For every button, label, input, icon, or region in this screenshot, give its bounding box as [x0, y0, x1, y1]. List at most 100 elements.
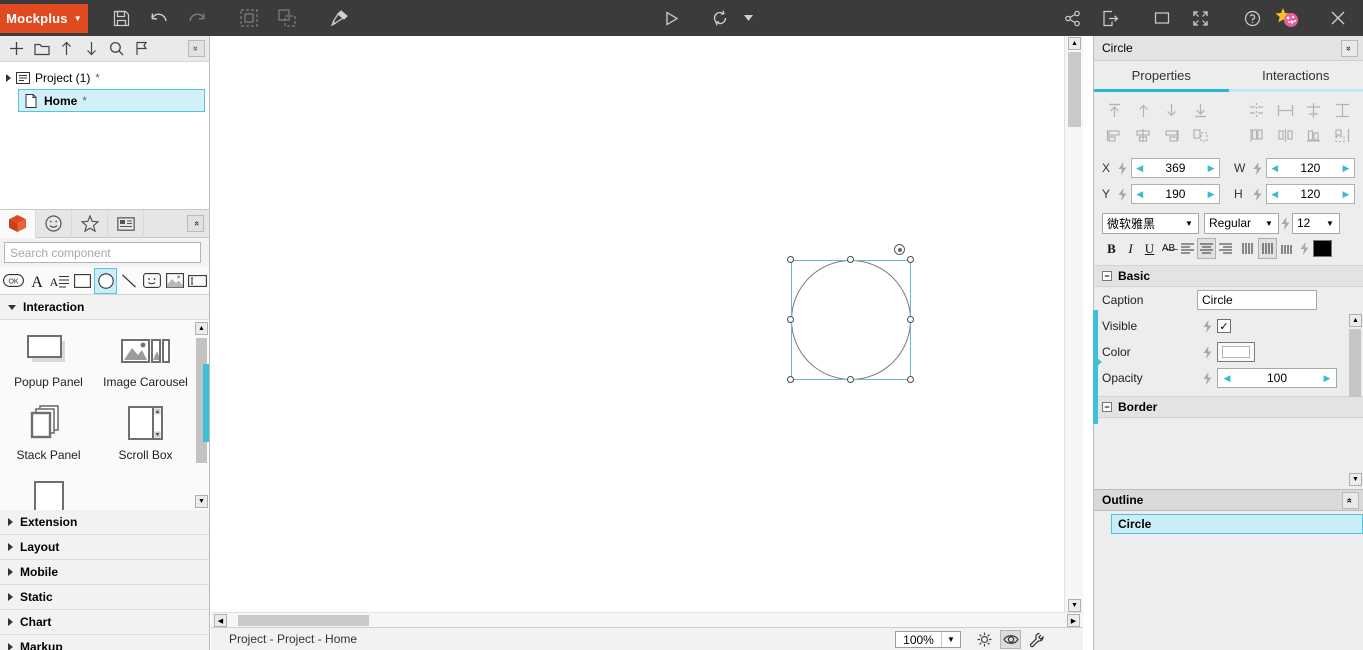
button-tool-icon[interactable]: OK: [2, 268, 25, 294]
h-increment-arrow[interactable]: ▶: [1338, 189, 1354, 200]
bring-forward-icon[interactable]: [1129, 99, 1158, 123]
resize-handle-sw[interactable]: [787, 376, 794, 383]
color-binding-bolt-icon[interactable]: [1197, 345, 1217, 359]
eye-preview-icon[interactable]: [1000, 630, 1021, 649]
category-static[interactable]: Static: [0, 585, 209, 610]
outline-item-circle[interactable]: Circle: [1111, 514, 1363, 534]
fill-color-swatch[interactable]: [1217, 342, 1255, 362]
w-spinner[interactable]: ◀ 120 ▶: [1265, 158, 1355, 178]
input-tool-icon[interactable]: [186, 268, 209, 294]
font-family-caret-icon[interactable]: ▼: [1180, 219, 1198, 228]
resize-handle-nw[interactable]: [787, 256, 794, 263]
y-binding-bolt-icon[interactable]: [1115, 187, 1131, 201]
component-panel-collapse-chevron[interactable]: »: [187, 215, 204, 232]
x-decrement-arrow[interactable]: ◀: [1132, 163, 1148, 174]
w-increment-arrow[interactable]: ▶: [1338, 163, 1354, 174]
properties-panel-collapse-chevron[interactable]: »: [1341, 40, 1358, 57]
text-align-center-icon[interactable]: [1197, 238, 1216, 259]
fullscreen-icon[interactable]: [1181, 0, 1219, 36]
h-spinner[interactable]: ◀ 120 ▶: [1265, 184, 1355, 204]
tab-properties[interactable]: Properties: [1094, 61, 1229, 89]
font-style-caret-icon[interactable]: ▼: [1260, 219, 1278, 228]
search-input[interactable]: [4, 242, 201, 263]
canvas-scroll-down-arrow[interactable]: ▼: [1068, 599, 1081, 612]
undo-icon[interactable]: [140, 0, 178, 36]
italic-button[interactable]: I: [1121, 238, 1140, 259]
outline-collapse-chevron[interactable]: «: [1342, 492, 1359, 509]
text-align-left-icon[interactable]: [1178, 238, 1197, 259]
x-increment-arrow[interactable]: ▶: [1203, 163, 1219, 174]
opacity-decrement-arrow[interactable]: ◀: [1218, 373, 1236, 384]
y-increment-arrow[interactable]: ▶: [1203, 189, 1219, 200]
paragraph-tool-icon[interactable]: A: [48, 268, 71, 294]
close-icon[interactable]: [1319, 0, 1357, 36]
resize-handle-n[interactable]: [847, 256, 854, 263]
section-border-collapse-icon[interactable]: −: [1102, 402, 1112, 412]
underline-button[interactable]: U: [1140, 238, 1159, 259]
tree-toolbar-expand-chevron[interactable]: »: [188, 40, 205, 57]
category-interaction[interactable]: Interaction: [0, 295, 209, 320]
resize-handle-e[interactable]: [907, 316, 914, 323]
category-mobile[interactable]: Mobile: [0, 560, 209, 585]
component-image-carousel[interactable]: Image Carousel: [97, 328, 194, 389]
face-tool-icon[interactable]: [140, 268, 163, 294]
font-size-binding-bolt-icon[interactable]: [1279, 216, 1292, 230]
section-border-header[interactable]: − Border: [1094, 396, 1363, 418]
send-backward-icon[interactable]: [1158, 99, 1187, 123]
y-decrement-arrow[interactable]: ◀: [1132, 189, 1148, 200]
component-grid-scroll-up-arrow[interactable]: ▲: [195, 322, 208, 335]
format-painter-icon[interactable]: [320, 0, 358, 36]
visible-checkbox[interactable]: ✓: [1217, 319, 1231, 333]
icons-tab[interactable]: [36, 209, 72, 238]
x-spinner[interactable]: ◀ 369 ▶: [1130, 158, 1221, 178]
h-decrement-arrow[interactable]: ◀: [1267, 189, 1283, 200]
bring-to-front-icon[interactable]: [1100, 99, 1129, 123]
properties-scrollbar[interactable]: ▲ ▼: [1349, 314, 1362, 486]
opacity-binding-bolt-icon[interactable]: [1197, 371, 1217, 385]
text-align-right-icon[interactable]: [1216, 238, 1235, 259]
caption-input[interactable]: Circle: [1197, 290, 1317, 310]
tree-expand-triangle-icon[interactable]: [6, 74, 11, 82]
section-basic-collapse-icon[interactable]: −: [1102, 271, 1112, 281]
canvas-surface[interactable]: [211, 36, 1064, 613]
align-top-icon[interactable]: [1100, 124, 1129, 148]
tree-node-home[interactable]: Home *: [18, 89, 205, 112]
add-page-icon[interactable]: [4, 37, 29, 61]
canvas-vscroll-thumb[interactable]: [1068, 52, 1081, 127]
help-icon[interactable]: [1233, 0, 1271, 36]
font-style-select[interactable]: Regular ▼: [1204, 212, 1279, 234]
search-icon[interactable]: [104, 37, 129, 61]
selected-circle-wrapper[interactable]: [787, 244, 914, 383]
properties-scroll-up-arrow[interactable]: ▲: [1349, 314, 1362, 327]
tab-interactions[interactable]: Interactions: [1229, 61, 1363, 89]
opacity-spinner[interactable]: ◀ 100 ▶: [1217, 368, 1337, 388]
share-icon[interactable]: [1053, 0, 1091, 36]
w-binding-bolt-icon[interactable]: [1250, 161, 1266, 175]
resize-handle-se[interactable]: [907, 376, 914, 383]
category-markup[interactable]: Markup: [0, 635, 209, 650]
restore-window-icon[interactable]: [1143, 0, 1181, 36]
distribute-center-icon[interactable]: [1271, 124, 1300, 148]
canvas-area[interactable]: ▲ ▼: [211, 36, 1083, 613]
text-valign-top-icon[interactable]: [1239, 238, 1258, 259]
category-layout[interactable]: Layout: [0, 535, 209, 560]
circle-tool-icon[interactable]: [94, 267, 117, 294]
preview-play-icon[interactable]: [653, 0, 691, 36]
send-to-back-icon[interactable]: [1186, 99, 1215, 123]
zoom-dropdown-caret-icon[interactable]: ▼: [941, 632, 960, 647]
visible-binding-bolt-icon[interactable]: [1197, 319, 1217, 333]
w-decrement-arrow[interactable]: ◀: [1267, 163, 1283, 174]
zoom-select[interactable]: 100% ▼: [895, 631, 961, 648]
text-color-binding-bolt-icon[interactable]: [1296, 242, 1313, 255]
canvas-scroll-right-arrow[interactable]: ▶: [1067, 614, 1080, 627]
brightness-icon[interactable]: [974, 630, 995, 649]
component-popup-panel[interactable]: Popup Panel: [0, 328, 97, 389]
canvas-scroll-left-arrow[interactable]: ◀: [214, 614, 227, 627]
star-sparkle-icon[interactable]: [1271, 0, 1305, 36]
component-panel[interactable]: Panel: [0, 474, 97, 510]
wrench-icon[interactable]: [1026, 630, 1047, 649]
strikethrough-button[interactable]: A̶B̶: [1159, 238, 1178, 259]
text-tool-icon[interactable]: A: [25, 268, 48, 294]
component-scroll-box[interactable]: Scroll Box: [97, 401, 194, 462]
align-right-icon[interactable]: [1299, 99, 1328, 123]
